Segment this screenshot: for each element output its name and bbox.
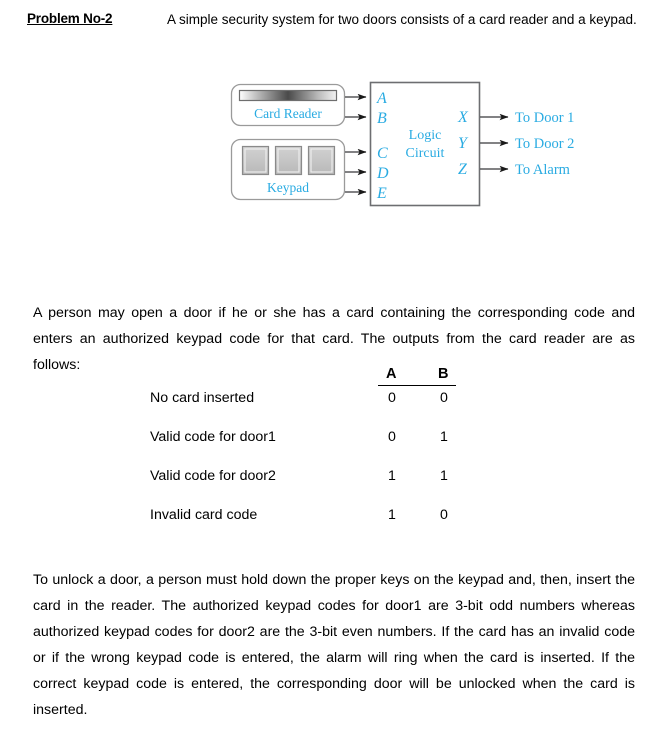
row-value-a: 0 <box>388 390 396 406</box>
input-label-c: C <box>377 145 388 162</box>
column-header-b: B <box>438 366 449 382</box>
input-label-d: D <box>376 165 389 182</box>
keypad-block <box>230 138 346 201</box>
row-value-a: 0 <box>388 429 396 445</box>
row-value-b: 1 <box>440 468 448 484</box>
keypad-key <box>307 145 336 176</box>
keypad-label: Keypad <box>267 180 309 195</box>
column-header-a: A <box>386 366 397 382</box>
input-label-a: A <box>376 90 387 107</box>
row-label: No card inserted <box>150 390 255 406</box>
keypad-key <box>274 145 303 176</box>
table-row: Valid code for door2 1 1 <box>150 468 470 507</box>
row-value-a: 1 <box>388 468 396 484</box>
problem-number-heading: Problem No-2 <box>27 11 113 26</box>
table-row: Invalid card code 1 0 <box>150 507 470 546</box>
intro-paragraph: A simple security system for two doors c… <box>167 12 637 27</box>
row-value-a: 1 <box>388 507 396 523</box>
keypad-key <box>241 145 270 176</box>
row-label: Valid code for door2 <box>150 468 276 484</box>
table-header-rule <box>378 385 456 386</box>
logic-circuit-label-line1: Logic <box>409 128 442 143</box>
output-destination-alarm: To Alarm <box>515 162 571 178</box>
input-label-b: B <box>377 110 387 127</box>
table-row: Valid code for door1 0 1 <box>150 429 470 468</box>
output-destination-door2: To Door 2 <box>515 136 574 152</box>
logic-circuit-label-line2: Circuit <box>406 146 445 161</box>
table-header-row: A B <box>150 366 470 390</box>
description-paragraph-2: To unlock a door, a person must hold dow… <box>33 572 635 718</box>
input-label-e: E <box>376 185 387 202</box>
row-label: Invalid card code <box>150 507 258 523</box>
output-label-y: Y <box>458 135 469 152</box>
row-value-b: 0 <box>440 390 448 406</box>
card-reader-output-table: A B No card inserted 0 0 Valid code for … <box>150 366 470 546</box>
card-reader-label: Card Reader <box>254 106 322 121</box>
output-destination-door1: To Door 1 <box>515 110 574 126</box>
row-label: Valid code for door1 <box>150 429 276 445</box>
output-label-z: Z <box>458 161 468 178</box>
row-value-b: 0 <box>440 507 448 523</box>
logic-circuit-box <box>369 81 481 207</box>
output-label-x: X <box>457 109 469 126</box>
table-row: No card inserted 0 0 <box>150 390 470 429</box>
card-reader-block <box>230 83 346 127</box>
row-value-b: 1 <box>440 429 448 445</box>
